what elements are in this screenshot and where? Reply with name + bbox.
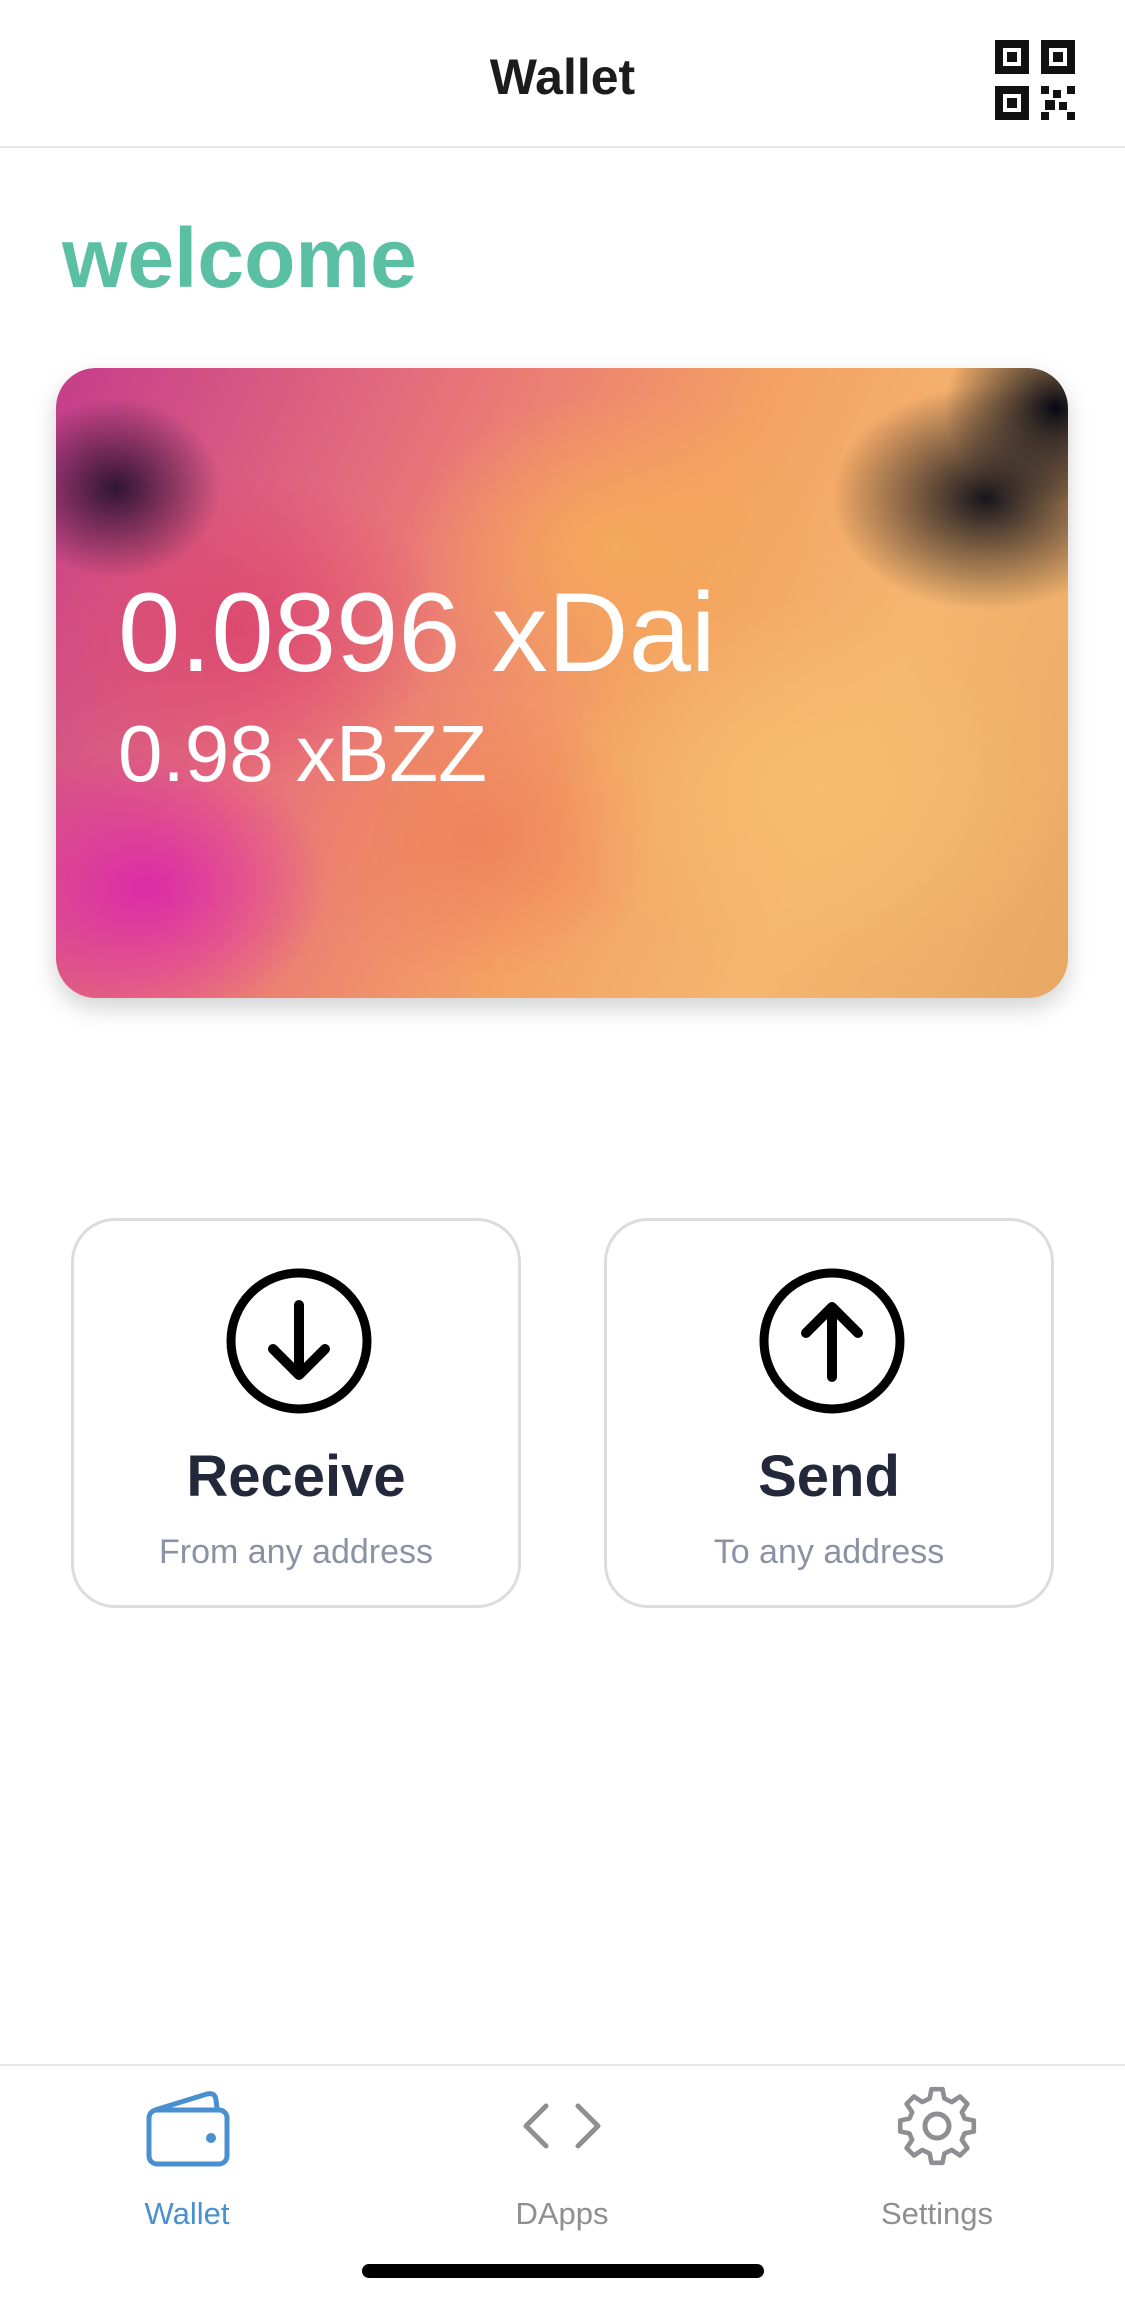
send-title: Send xyxy=(758,1444,900,1509)
nav-header: Wallet xyxy=(0,0,1125,148)
send-subtitle: To any address xyxy=(713,1533,945,1571)
receive-subtitle: From any address xyxy=(159,1533,433,1571)
wallet-icon xyxy=(137,2084,237,2174)
tab-wallet-label: Wallet xyxy=(144,2196,230,2231)
balance-card[interactable]: 0.0896 xDai 0.98 xBZZ xyxy=(56,368,1068,998)
tab-dapps-label: DApps xyxy=(515,2196,609,2231)
tab-wallet[interactable]: Wallet xyxy=(87,2084,287,2244)
send-button[interactable]: Send To any address xyxy=(604,1218,1054,1608)
balance-xdai: 0.0896 xDai xyxy=(118,570,716,695)
home-indicator xyxy=(362,2264,764,2278)
balance-xbzz: 0.98 xBZZ xyxy=(118,709,488,798)
gear-icon xyxy=(887,2084,987,2174)
arrow-up-circle-icon xyxy=(758,1267,906,1415)
page-title: Wallet xyxy=(489,49,636,105)
tab-dapps[interactable]: DApps xyxy=(462,2084,662,2244)
receive-title: Receive xyxy=(186,1444,406,1509)
code-brackets-icon xyxy=(512,2084,612,2174)
wallet-screen: Wallet welcome 0.0896 xDai 0.98 xBZZ Rec… xyxy=(0,0,1125,2300)
qr-code-icon[interactable] xyxy=(993,38,1077,122)
welcome-heading: welcome xyxy=(62,211,417,305)
arrow-down-circle-icon xyxy=(225,1267,373,1415)
tab-settings-label: Settings xyxy=(880,2196,993,2231)
receive-button[interactable]: Receive From any address xyxy=(71,1218,521,1608)
tab-settings[interactable]: Settings xyxy=(837,2084,1037,2244)
